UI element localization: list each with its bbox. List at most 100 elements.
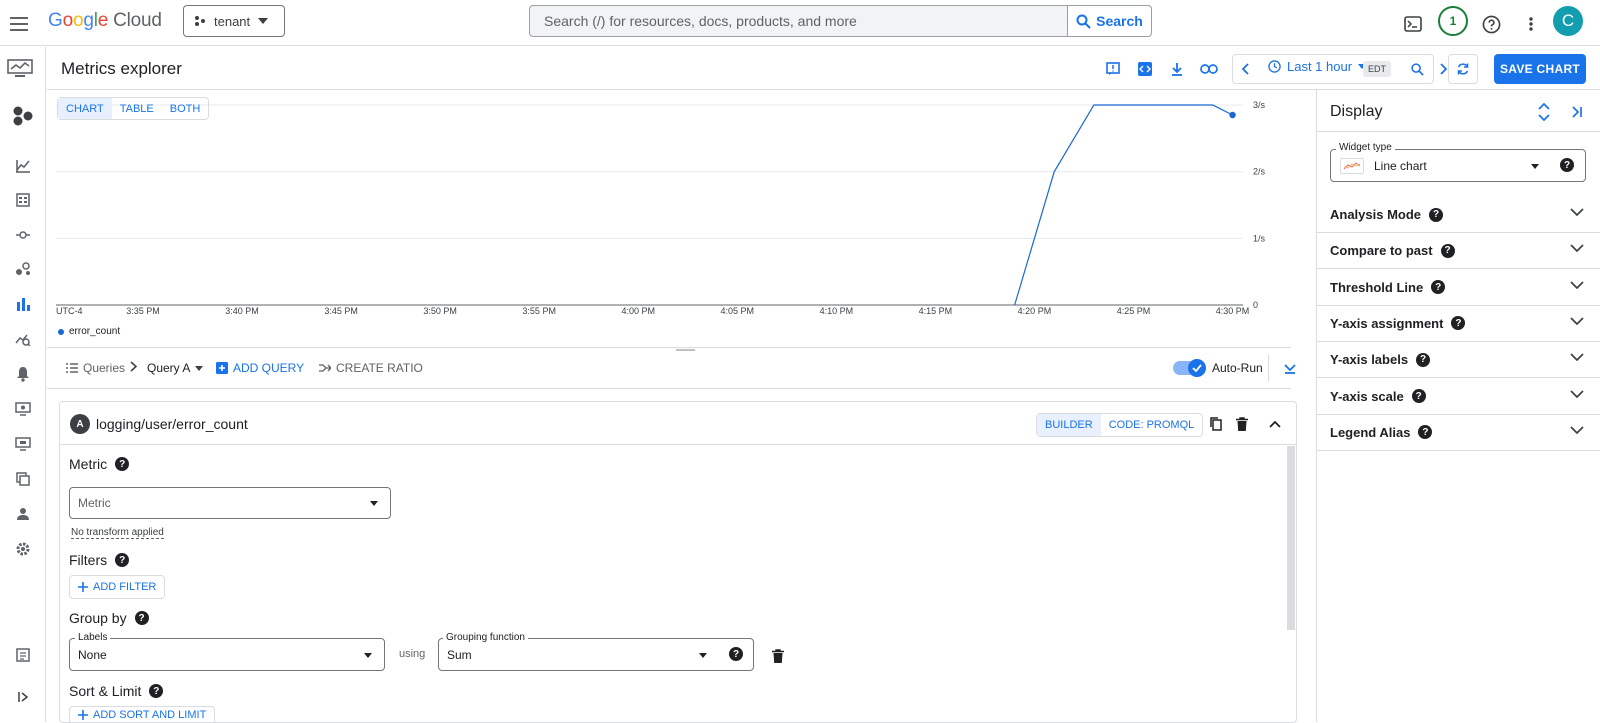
- tab-chart[interactable]: CHART: [58, 98, 112, 119]
- queries-breadcrumb[interactable]: Queries: [66, 361, 125, 375]
- help-icon[interactable]: ?: [1560, 158, 1574, 172]
- filters-section-heading: Filters ?: [69, 552, 130, 568]
- download-icon[interactable]: [1164, 58, 1190, 80]
- time-range-picker[interactable]: Last 1 hour: [1268, 59, 1367, 74]
- filters-heading: Filters: [69, 552, 108, 568]
- section-legend-alias[interactable]: Legend Alias?: [1317, 415, 1600, 451]
- delete-icon[interactable]: [765, 645, 791, 667]
- expand-collapse-icon[interactable]: [1531, 101, 1557, 123]
- help-icon[interactable]: ?: [115, 553, 130, 567]
- help-icon[interactable]: ?: [1429, 207, 1444, 222]
- settings-icon[interactable]: [9, 538, 37, 560]
- query-panel: [59, 401, 1297, 723]
- scrollbar[interactable]: [1287, 446, 1295, 630]
- more-vert-icon[interactable]: [1520, 14, 1542, 34]
- help-icon[interactable]: [1480, 13, 1502, 35]
- overview-icon[interactable]: [9, 105, 37, 127]
- query-selector[interactable]: Query A: [147, 361, 204, 375]
- help-icon[interactable]: ?: [1416, 352, 1431, 367]
- add-query-button[interactable]: ADD QUERY: [216, 361, 304, 375]
- chart-legend[interactable]: error_count: [58, 326, 120, 337]
- x-tick-label: 4:15 PM: [919, 306, 953, 316]
- search-icon: [1076, 14, 1091, 29]
- notifications-badge[interactable]: 1: [1438, 6, 1468, 36]
- list-icon: [66, 363, 78, 373]
- add-sort-limit-button[interactable]: ADD SORT AND LIMIT: [69, 706, 216, 722]
- metric-select[interactable]: Metric: [69, 487, 391, 519]
- help-icon[interactable]: ?: [149, 684, 164, 698]
- line-chart: 3/s 2/s 1/s 0 UTC-4 3:35 PM 3:40 PM 3:45 PM 3:5…: [56, 100, 1266, 316]
- search-input[interactable]: Search (/) for resources, docs, products…: [530, 6, 1067, 36]
- code-icon[interactable]: [1132, 58, 1158, 80]
- collapse-queries-icon[interactable]: [1284, 362, 1296, 374]
- zoom-icon[interactable]: [1404, 58, 1430, 80]
- help-icon[interactable]: ?: [1431, 280, 1446, 295]
- page-title: Metrics explorer: [61, 59, 182, 78]
- release-notes-icon[interactable]: [9, 644, 37, 666]
- copy-icon[interactable]: [1203, 413, 1229, 435]
- dashboards-icon[interactable]: [9, 155, 37, 177]
- logo-cloud-text: Cloud: [113, 10, 162, 31]
- section-y-axis-scale[interactable]: Y-axis scale?: [1317, 379, 1600, 415]
- feedback-icon[interactable]: [1100, 58, 1126, 80]
- help-icon[interactable]: ?: [134, 611, 149, 625]
- delete-icon[interactable]: [1229, 413, 1255, 435]
- chevron-up-icon[interactable]: [1262, 413, 1288, 435]
- section-y-axis-assignment[interactable]: Y-axis assignment?: [1317, 306, 1600, 342]
- query-name: Query A: [147, 361, 191, 375]
- builder-mode-button[interactable]: BUILDER: [1037, 414, 1101, 436]
- metrics-scope-icon[interactable]: [9, 189, 37, 211]
- expand-rail-icon[interactable]: [9, 686, 37, 708]
- timezone-badge[interactable]: EDT: [1363, 61, 1391, 77]
- tab-table[interactable]: TABLE: [112, 98, 162, 119]
- collapse-panel-icon[interactable]: [1564, 101, 1590, 123]
- resize-handle[interactable]: [676, 349, 695, 351]
- help-icon[interactable]: ?: [1411, 389, 1426, 403]
- help-icon[interactable]: ?: [729, 647, 743, 661]
- link-icon[interactable]: [1196, 58, 1222, 80]
- series-line: [1014, 104, 1233, 306]
- add-box-icon: [216, 362, 228, 374]
- alerting-icon[interactable]: [9, 363, 37, 385]
- help-icon[interactable]: ?: [1418, 425, 1433, 440]
- google-cloud-logo[interactable]: Go o g l e Cloud: [48, 10, 162, 32]
- slo-icon[interactable]: [9, 328, 37, 350]
- labels-select[interactable]: None: [69, 638, 385, 671]
- user-icon[interactable]: [9, 503, 37, 525]
- widget-type-select[interactable]: [1330, 149, 1586, 182]
- legend-label: error_count: [69, 326, 121, 337]
- avatar[interactable]: C: [1553, 6, 1583, 36]
- tab-both[interactable]: BOTH: [162, 98, 209, 119]
- save-chart-button[interactable]: SAVE CHART: [1494, 54, 1586, 84]
- chevron-left-icon[interactable]: [1233, 58, 1259, 80]
- x-tick-label: UTC-4: [56, 306, 83, 316]
- section-threshold-line[interactable]: Threshold Line?: [1317, 270, 1600, 306]
- project-picker[interactable]: tenant: [183, 5, 285, 37]
- check-icon: [1188, 359, 1206, 377]
- add-filter-button[interactable]: ADD FILTER: [69, 575, 166, 599]
- refresh-button[interactable]: [1448, 54, 1478, 84]
- terminal-icon[interactable]: [1402, 14, 1424, 34]
- uptime-icon[interactable]: [9, 398, 37, 420]
- help-icon[interactable]: ?: [1440, 243, 1455, 258]
- groups-icon[interactable]: [9, 468, 37, 490]
- menu-icon[interactable]: [8, 14, 30, 34]
- help-icon[interactable]: ?: [115, 457, 130, 471]
- x-axis-ticks: UTC-4 3:35 PM 3:40 PM 3:45 PM 3:50 PM 3:55 PM…: [56, 306, 1249, 316]
- section-analysis-mode[interactable]: Analysis Mode?: [1317, 197, 1600, 233]
- promql-mode-button[interactable]: CODE: PROMQL: [1101, 414, 1203, 436]
- section-y-axis-labels[interactable]: Y-axis labels?: [1317, 342, 1600, 379]
- widget-type-value: Line chart: [1374, 159, 1427, 173]
- monitoring-logo-icon[interactable]: [4, 57, 36, 79]
- services-icon[interactable]: [9, 258, 37, 280]
- transform-link[interactable]: No transform applied: [71, 527, 164, 539]
- add-filter-label: ADD FILTER: [93, 581, 157, 593]
- help-icon[interactable]: ?: [1451, 316, 1466, 331]
- search-bar[interactable]: Search (/) for resources, docs, products…: [529, 5, 1152, 37]
- metrics-explorer-icon[interactable]: [9, 293, 37, 315]
- section-compare-to-past[interactable]: Compare to past?: [1317, 233, 1600, 270]
- create-ratio-button[interactable]: CREATE RATIO: [319, 361, 423, 375]
- integrations-icon[interactable]: [9, 224, 37, 246]
- search-button[interactable]: Search: [1067, 6, 1151, 36]
- synthetic-icon[interactable]: [9, 433, 37, 455]
